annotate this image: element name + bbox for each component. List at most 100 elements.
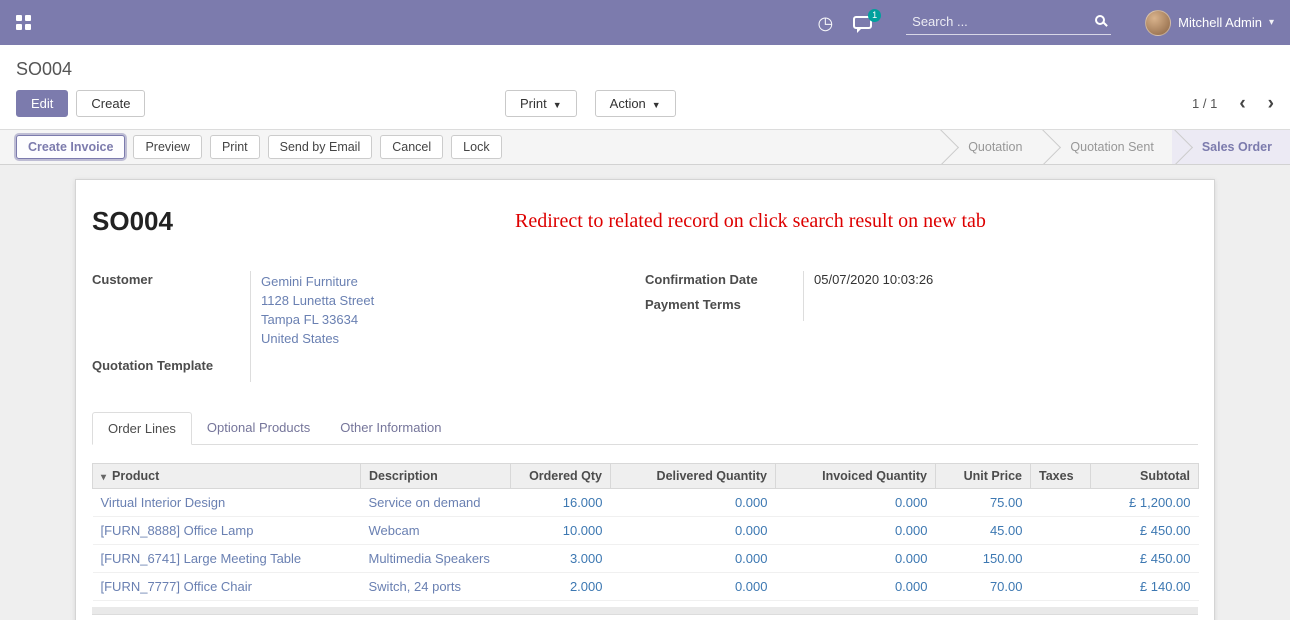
cell-description[interactable]: Multimedia Speakers — [361, 545, 511, 573]
cell-description[interactable]: Webcam — [361, 517, 511, 545]
pager-previous-icon[interactable]: ‹ — [1239, 94, 1245, 113]
action-menu-button[interactable]: Action ▼ — [595, 90, 676, 117]
col-header-product[interactable]: ▾ Product — [93, 464, 361, 489]
activities-clock-icon[interactable]: ◷ — [817, 14, 833, 32]
table-row[interactable]: Virtual Interior DesignService on demand… — [93, 489, 1199, 517]
table-row[interactable]: [FURN_6741] Large Meeting TableMultimedi… — [93, 545, 1199, 573]
avatar — [1145, 10, 1171, 36]
cell-description[interactable]: Service on demand — [361, 489, 511, 517]
annotation-text: Redirect to related record on click sear… — [173, 210, 1198, 233]
col-header-invoiced-quantity[interactable]: Invoiced Quantity — [776, 464, 936, 489]
customer-address-line[interactable]: Gemini Furniture — [261, 272, 605, 291]
col-header-description[interactable]: Description — [361, 464, 511, 489]
odoo-window: ◷ 1 Mitchell Admin ▾ SO004 Edit Create P… — [0, 0, 1290, 620]
tab-other-information[interactable]: Other Information — [325, 412, 456, 444]
print-menu-label: Print — [520, 96, 547, 111]
action-menu-label: Action — [610, 96, 646, 111]
cell-ordered-qty: 10.000 — [511, 517, 611, 545]
cell-description[interactable]: Switch, 24 ports — [361, 573, 511, 601]
cell-unit-price: 70.00 — [936, 573, 1031, 601]
customer-address-line[interactable]: United States — [261, 329, 605, 348]
cell-delivered-qty: 0.000 — [611, 573, 776, 601]
cell-ordered-qty: 2.000 — [511, 573, 611, 601]
cell-subtotal: £ 1,200.00 — [1091, 489, 1199, 517]
breadcrumb: SO004 — [16, 59, 72, 79]
statusbar-button-cancel[interactable]: Cancel — [380, 135, 443, 159]
notebook-tabs: Order LinesOptional ProductsOther Inform… — [92, 412, 1198, 445]
cell-product[interactable]: Virtual Interior Design — [93, 489, 361, 517]
record-title: SO004 — [92, 206, 173, 237]
statusbar-button-create-invoice[interactable]: Create Invoice — [16, 135, 125, 159]
tab-optional-products[interactable]: Optional Products — [192, 412, 325, 444]
col-header-label: Product — [112, 469, 159, 483]
quotation-template-label: Quotation Template — [92, 357, 250, 382]
tab-order-lines[interactable]: Order Lines — [92, 412, 192, 445]
action-menus: Print ▼ Action ▼ — [505, 90, 676, 117]
table-row[interactable]: [FURN_8888] Office LampWebcam10.0000.000… — [93, 517, 1199, 545]
content-area: SO004 Redirect to related record on clic… — [0, 165, 1290, 620]
customer-address-line[interactable]: Tampa FL 33634 — [261, 310, 605, 329]
cell-taxes — [1031, 517, 1091, 545]
statusbar-button-preview[interactable]: Preview — [133, 135, 201, 159]
cell-taxes — [1031, 573, 1091, 601]
field-group: Customer Gemini Furniture1128 Lunetta St… — [92, 271, 1198, 382]
chevron-down-icon: ▼ — [553, 100, 562, 110]
cell-unit-price: 75.00 — [936, 489, 1031, 517]
form-sheet: SO004 Redirect to related record on clic… — [75, 179, 1215, 620]
confirmation-date-label: Confirmation Date — [645, 271, 803, 296]
product-column-caret-icon[interactable]: ▾ — [101, 472, 106, 483]
col-header-delivered-quantity[interactable]: Delivered Quantity — [611, 464, 776, 489]
cell-taxes — [1031, 489, 1091, 517]
search-icon[interactable] — [1095, 15, 1105, 25]
user-menu[interactable]: Mitchell Admin ▾ — [1145, 10, 1274, 36]
cell-delivered-qty: 0.000 — [611, 517, 776, 545]
col-header-ordered-qty[interactable]: Ordered Qty — [511, 464, 611, 489]
payment-terms-value[interactable] — [803, 296, 1158, 321]
apps-menu-icon[interactable] — [16, 15, 31, 30]
cell-unit-price: 45.00 — [936, 517, 1031, 545]
quotation-template-value[interactable] — [250, 357, 605, 382]
pager-next-icon[interactable]: › — [1268, 94, 1274, 113]
confirmation-date-value: 05/07/2020 10:03:26 — [803, 271, 1158, 296]
cell-ordered-qty: 3.000 — [511, 545, 611, 573]
statusbar-button-lock[interactable]: Lock — [451, 135, 501, 159]
global-search — [906, 10, 1111, 35]
cell-product[interactable]: [FURN_8888] Office Lamp — [93, 517, 361, 545]
customer-value: Gemini Furniture1128 Lunetta StreetTampa… — [250, 271, 605, 357]
pager-value: 1 / 1 — [1192, 96, 1217, 111]
payment-terms-label: Payment Terms — [645, 296, 803, 321]
cell-ordered-qty: 16.000 — [511, 489, 611, 517]
cell-taxes — [1031, 545, 1091, 573]
status-step-sales-order[interactable]: Sales Order — [1172, 130, 1290, 164]
customer-address-line[interactable]: 1128 Lunetta Street — [261, 291, 605, 310]
cell-invoiced-qty: 0.000 — [776, 489, 936, 517]
chevron-down-icon: ▼ — [652, 100, 661, 110]
cell-subtotal: £ 450.00 — [1091, 517, 1199, 545]
cell-delivered-qty: 0.000 — [611, 545, 776, 573]
statusbar-button-print[interactable]: Print — [210, 135, 260, 159]
statusbar-button-send-by-email[interactable]: Send by Email — [268, 135, 373, 159]
messages-badge: 1 — [868, 9, 881, 22]
cell-subtotal: £ 140.00 — [1091, 573, 1199, 601]
systray: ◷ 1 Mitchell Admin ▾ — [817, 10, 1274, 36]
cell-product[interactable]: [FURN_6741] Large Meeting Table — [93, 545, 361, 573]
col-header-unit-price[interactable]: Unit Price — [936, 464, 1031, 489]
cell-delivered-qty: 0.000 — [611, 489, 776, 517]
cell-product[interactable]: [FURN_7777] Office Chair — [93, 573, 361, 601]
col-header-subtotal[interactable]: Subtotal — [1091, 464, 1199, 489]
chevron-down-icon: ▾ — [1269, 17, 1274, 28]
search-input[interactable] — [906, 10, 1111, 35]
edit-button[interactable]: Edit — [16, 90, 68, 117]
customer-label: Customer — [92, 271, 250, 357]
cell-unit-price: 150.00 — [936, 545, 1031, 573]
create-button[interactable]: Create — [76, 90, 145, 117]
statusbar: Create Invoice Preview Print Send by Email C… — [0, 129, 1290, 165]
cell-subtotal: £ 450.00 — [1091, 545, 1199, 573]
cell-invoiced-qty: 0.000 — [776, 545, 936, 573]
col-header-taxes[interactable]: Taxes — [1031, 464, 1091, 489]
table-header-row: ▾ Product DescriptionOrdered QtyDelivered … — [93, 464, 1199, 489]
table-row[interactable]: [FURN_7777] Office ChairSwitch, 24 ports… — [93, 573, 1199, 601]
status-pipeline: QuotationQuotation SentSales Order — [938, 130, 1290, 164]
print-menu-button[interactable]: Print ▼ — [505, 90, 577, 117]
messages-icon[interactable]: 1 — [853, 16, 872, 29]
